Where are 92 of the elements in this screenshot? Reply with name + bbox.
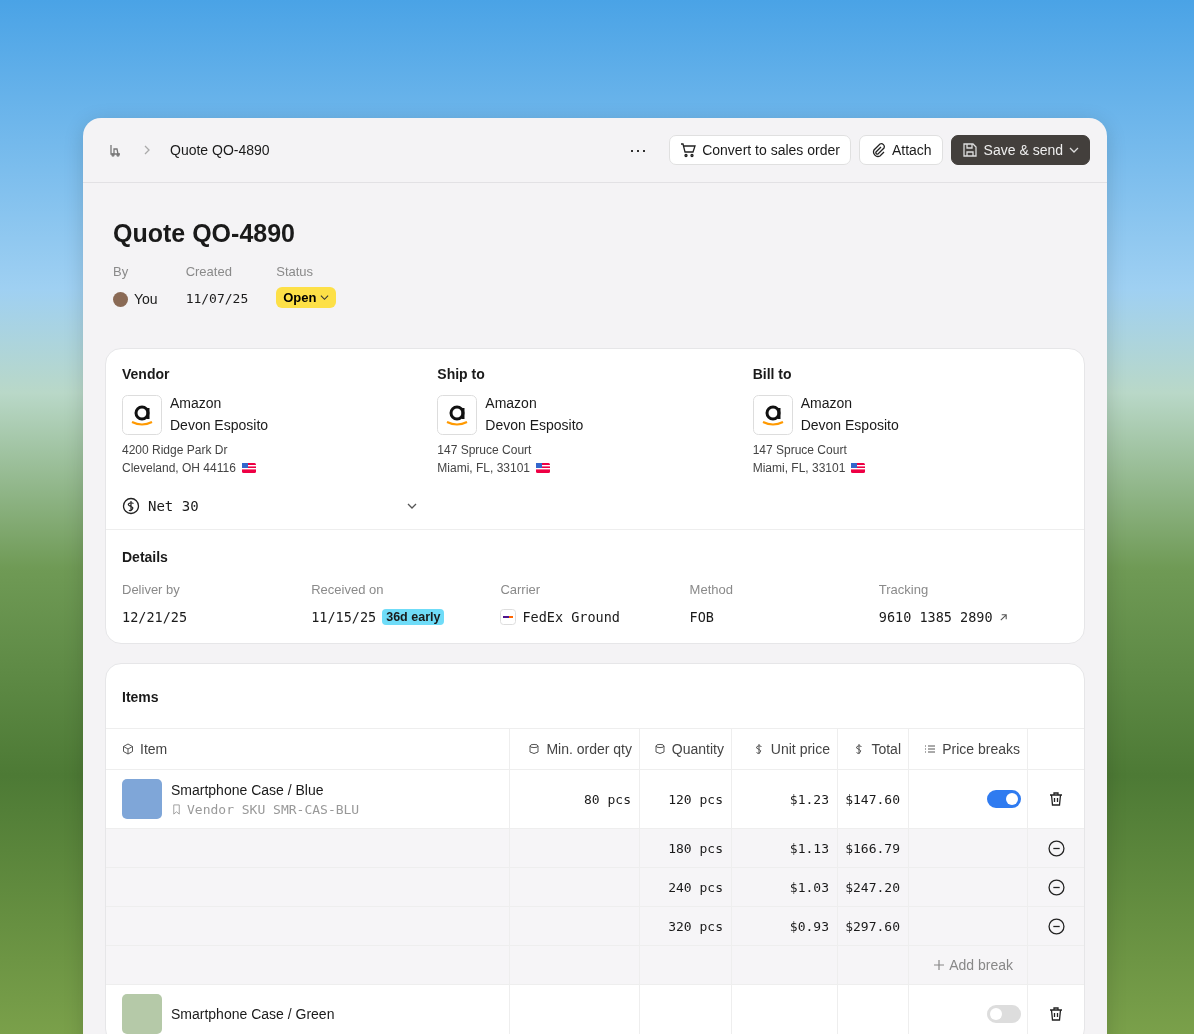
table-cell: $297.60 [845, 918, 900, 934]
table-cell: $1.13 [789, 840, 829, 856]
column-header: Item [140, 741, 168, 757]
contact-name: Devon Esposito [485, 417, 584, 433]
field-value: 12/21/25 [122, 609, 188, 625]
company-name: Amazon [170, 395, 223, 411]
flag-icon [241, 463, 256, 473]
address-line: Miami, FL, 33101 [752, 460, 846, 477]
table-cell: $166.79 [845, 840, 900, 856]
table-cell: $1.03 [789, 879, 829, 895]
table-cell: 120 pcs [668, 791, 723, 807]
bookmark-icon [171, 803, 182, 815]
list-icon [924, 743, 937, 755]
column-header: Quantity [671, 741, 724, 757]
address-line: 147 Spruce Court [752, 442, 848, 459]
table-cell: 320 pcs [668, 918, 723, 934]
carrier-logo-icon [500, 609, 517, 625]
avatar [113, 291, 128, 307]
company-name: Amazon [485, 395, 538, 411]
remove-circle-icon[interactable] [1047, 839, 1065, 857]
product-photo-placeholder [122, 779, 162, 819]
caret-icon [320, 293, 330, 302]
field-label: Method [689, 582, 734, 597]
table-cell: 240 pcs [668, 879, 723, 895]
created-date: 11/07/25 [185, 291, 249, 306]
cart-icon [680, 142, 697, 158]
party-heading: Vendor [122, 366, 171, 382]
chevron-right-icon [142, 145, 152, 155]
table-cell: $0.93 [789, 918, 829, 934]
plus-icon [933, 959, 946, 971]
address-line: 147 Spruce Court [437, 442, 533, 459]
cube-icon [122, 743, 134, 755]
column-header: Unit price [770, 741, 830, 757]
attach-button[interactable]: Attach [858, 135, 943, 165]
party-heading: Bill to [752, 366, 793, 382]
party-heading: Ship to [437, 366, 486, 382]
author-name: You [134, 291, 158, 307]
field-label: Carrier [500, 582, 542, 597]
contact-name: Devon Esposito [800, 417, 899, 433]
caret-icon [1069, 145, 1079, 155]
column-header: Min. order qty [546, 741, 632, 757]
company-logo-icon [122, 395, 162, 435]
status-label: Status [276, 264, 315, 279]
save-send-button[interactable]: Save & send [950, 135, 1090, 165]
company-logo-icon [752, 395, 793, 435]
address-line: Cleveland, OH 44116 [122, 460, 236, 477]
trash-icon[interactable] [1048, 1006, 1064, 1022]
flag-icon [851, 463, 866, 473]
field-value: FedEx Ground [522, 609, 620, 625]
column-header: Price breaks [942, 741, 1020, 757]
company-logo-icon [437, 395, 478, 435]
cylinder-icon [528, 743, 541, 755]
field-value: FOB [689, 609, 714, 625]
page-title: Quote QO-4890 [113, 219, 296, 248]
flag-icon [536, 463, 551, 473]
table-cell: $247.20 [845, 879, 900, 895]
early-badge: 36d early [382, 609, 445, 625]
table-cell: 80 pcs [584, 791, 631, 807]
dollar-circle-icon [122, 497, 140, 515]
details-heading: Details [122, 549, 168, 565]
trash-icon[interactable] [1048, 791, 1064, 807]
company-name: Amazon [800, 395, 853, 411]
created-label: Created [185, 264, 233, 279]
by-label: By [113, 264, 130, 279]
status-dropdown[interactable]: Open [276, 287, 337, 308]
payment-terms-value: Net 30 [148, 498, 199, 514]
product-name: Smartphone Case / Green [171, 1006, 335, 1022]
remove-circle-icon[interactable] [1047, 878, 1065, 896]
price-breaks-toggle[interactable] [987, 1005, 1021, 1023]
more-button[interactable]: ⋯ [615, 139, 662, 161]
price-breaks-toggle[interactable] [987, 790, 1021, 808]
items-heading: Items [122, 689, 159, 705]
convert-button[interactable]: Convert to sales order [669, 135, 851, 165]
external-link-icon [998, 612, 1008, 622]
breadcrumb-title[interactable]: Quote QO-4890 [170, 142, 270, 158]
remove-circle-icon[interactable] [1047, 917, 1065, 935]
field-value: 11/15/25 [311, 609, 377, 625]
table-cell: $1.23 [789, 791, 829, 807]
vendor-sku: Vendor SKU SMR-CAS-BLU [187, 801, 360, 817]
product-photo-placeholder [122, 994, 162, 1034]
cylinder-icon [653, 743, 666, 755]
address-line: Miami, FL, 33101 [437, 460, 531, 477]
table-cell: $147.60 [845, 791, 900, 807]
contact-name: Devon Esposito [170, 417, 269, 433]
field-label: Received on [311, 582, 385, 597]
product-name: Smartphone Case / Blue [171, 781, 325, 798]
table-cell: 180 pcs [668, 840, 723, 856]
address-line: 4200 Ridge Park Dr [122, 442, 229, 459]
field-label: Deliver by [122, 582, 181, 597]
tracking-link[interactable]: 9610 1385 2890 [878, 609, 993, 625]
column-header: Total [871, 741, 901, 757]
field-label: Tracking [878, 582, 930, 597]
